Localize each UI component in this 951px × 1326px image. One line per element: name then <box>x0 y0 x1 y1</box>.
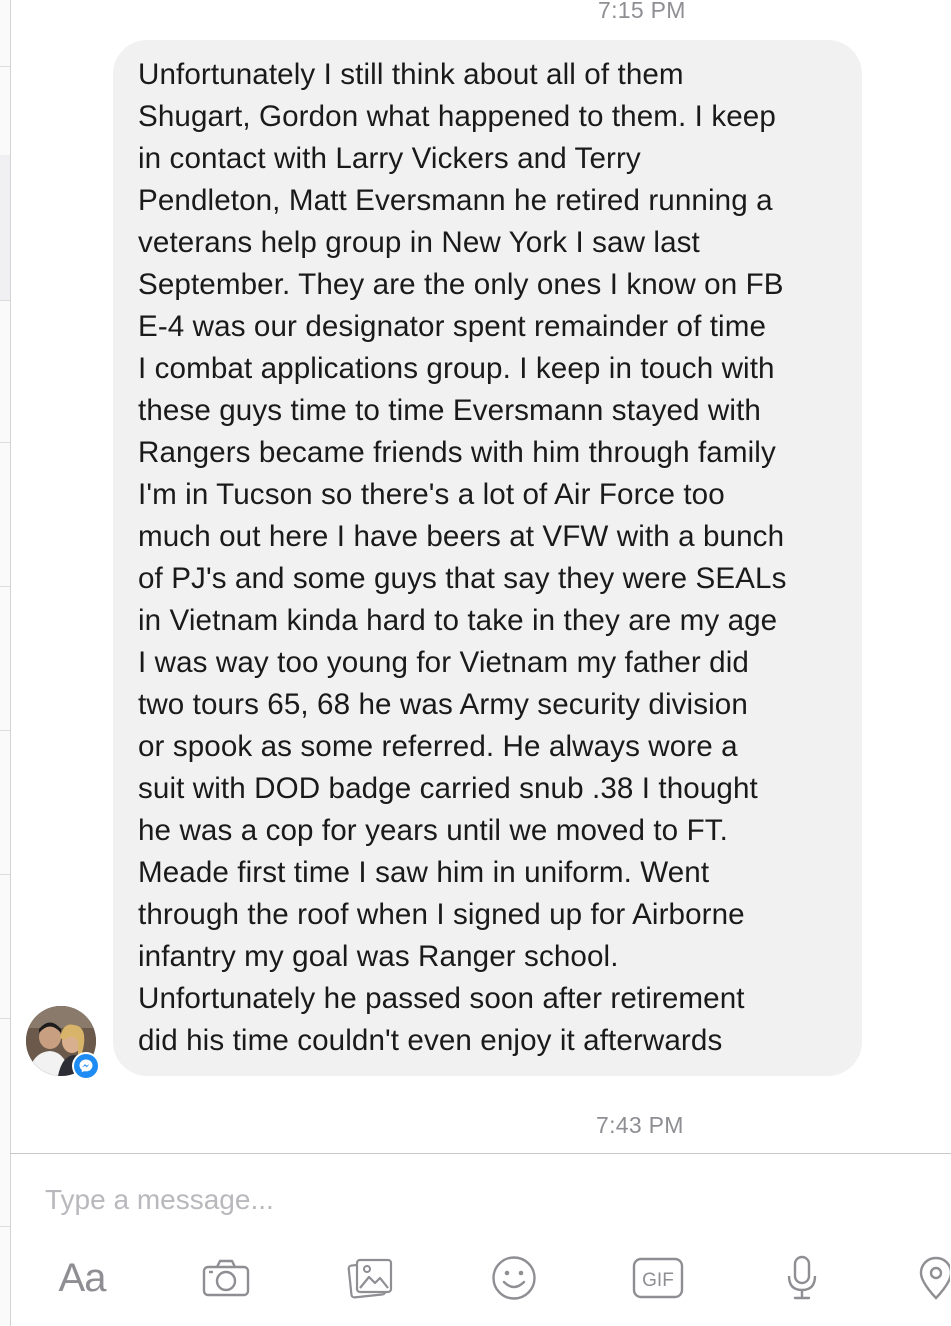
message-timestamp: 7:43 PM <box>596 1112 684 1138</box>
composer-toolbar: Aa GIF <box>10 1240 951 1320</box>
microphone-icon[interactable] <box>772 1248 832 1308</box>
message-timestamp: 7:15 PM <box>598 0 686 23</box>
message-line: he was a cop for years until we moved to… <box>138 814 728 847</box>
rail-divider <box>0 874 10 875</box>
message-line: did his time couldn't even enjoy it afte… <box>138 1024 723 1057</box>
rail-divider <box>0 66 10 67</box>
message-bubble[interactable]: Unfortunately I still think about all of… <box>113 40 862 1076</box>
left-rail <box>0 0 11 1326</box>
rail-divider <box>0 586 10 587</box>
rail-divider <box>0 1018 10 1019</box>
camera-glyph <box>202 1259 250 1297</box>
rail-divider <box>0 730 10 731</box>
message-line: Rangers became friends with him through … <box>138 436 776 469</box>
message-line: Pendleton, Matt Eversmann he retired run… <box>138 184 773 217</box>
message-line: through the roof when I signed up for Ai… <box>138 898 745 931</box>
camera-icon[interactable] <box>196 1248 256 1308</box>
gallery-glyph <box>347 1258 393 1299</box>
message-line: I was way too young for Vietnam my fathe… <box>138 646 749 679</box>
rail-divider <box>0 1226 10 1227</box>
message-line: infantry my goal was Ranger school. <box>138 940 619 973</box>
message-line: or spook as some referred. He always wor… <box>138 730 738 763</box>
location-pin-icon[interactable] <box>916 1248 951 1308</box>
text-format-icon[interactable]: Aa <box>52 1248 112 1308</box>
message-line: E-4 was our designator spent remainder o… <box>138 310 767 343</box>
composer-divider <box>10 1153 951 1154</box>
rail-selected-row <box>0 155 10 300</box>
message-line: Unfortunately he passed soon after retir… <box>138 982 745 1015</box>
messenger-badge <box>72 1052 100 1080</box>
message-text: Unfortunately I still think about all of… <box>138 54 844 1062</box>
message-line: much out here I have beers at VFW with a… <box>138 520 785 553</box>
message-line: I combat applications group. I keep in t… <box>138 352 775 385</box>
message-line: Unfortunately I still think about all of… <box>138 58 684 91</box>
location-pin-glyph <box>919 1256 950 1300</box>
messenger-icon <box>79 1059 93 1073</box>
rail-divider <box>0 442 10 443</box>
gif-icon[interactable]: GIF <box>628 1248 688 1308</box>
message-line: in Vietnam kinda hard to take in they ar… <box>138 604 778 637</box>
message-line: September. They are the only ones I know… <box>138 268 784 301</box>
emoji-icon[interactable] <box>484 1248 544 1308</box>
rail-divider <box>0 300 10 301</box>
emoji-glyph <box>492 1256 536 1300</box>
message-line: veterans help group in New York I saw la… <box>138 226 700 259</box>
text-format-label: Aa <box>58 1255 107 1300</box>
message-line: these guys time to time Eversmann stayed… <box>138 394 761 427</box>
microphone-glyph <box>787 1255 817 1300</box>
gif-label: GIF <box>642 1270 674 1291</box>
photo-gallery-icon[interactable] <box>341 1248 401 1308</box>
gif-glyph: GIF <box>632 1257 684 1299</box>
message-line: Shugart, Gordon what happened to them. I… <box>138 100 776 133</box>
message-line: in contact with Larry Vickers and Terry <box>138 142 641 175</box>
message-line: I'm in Tucson so there's a lot of Air Fo… <box>138 478 725 511</box>
message-line: of PJ's and some guys that say they were… <box>138 562 787 595</box>
message-line: Meade first time I saw him in uniform. W… <box>138 856 710 889</box>
message-input[interactable] <box>43 1177 907 1223</box>
message-line: suit with DOD badge carried snub .38 I t… <box>138 772 758 805</box>
message-line: two tours 65, 68 he was Army security di… <box>138 688 748 721</box>
